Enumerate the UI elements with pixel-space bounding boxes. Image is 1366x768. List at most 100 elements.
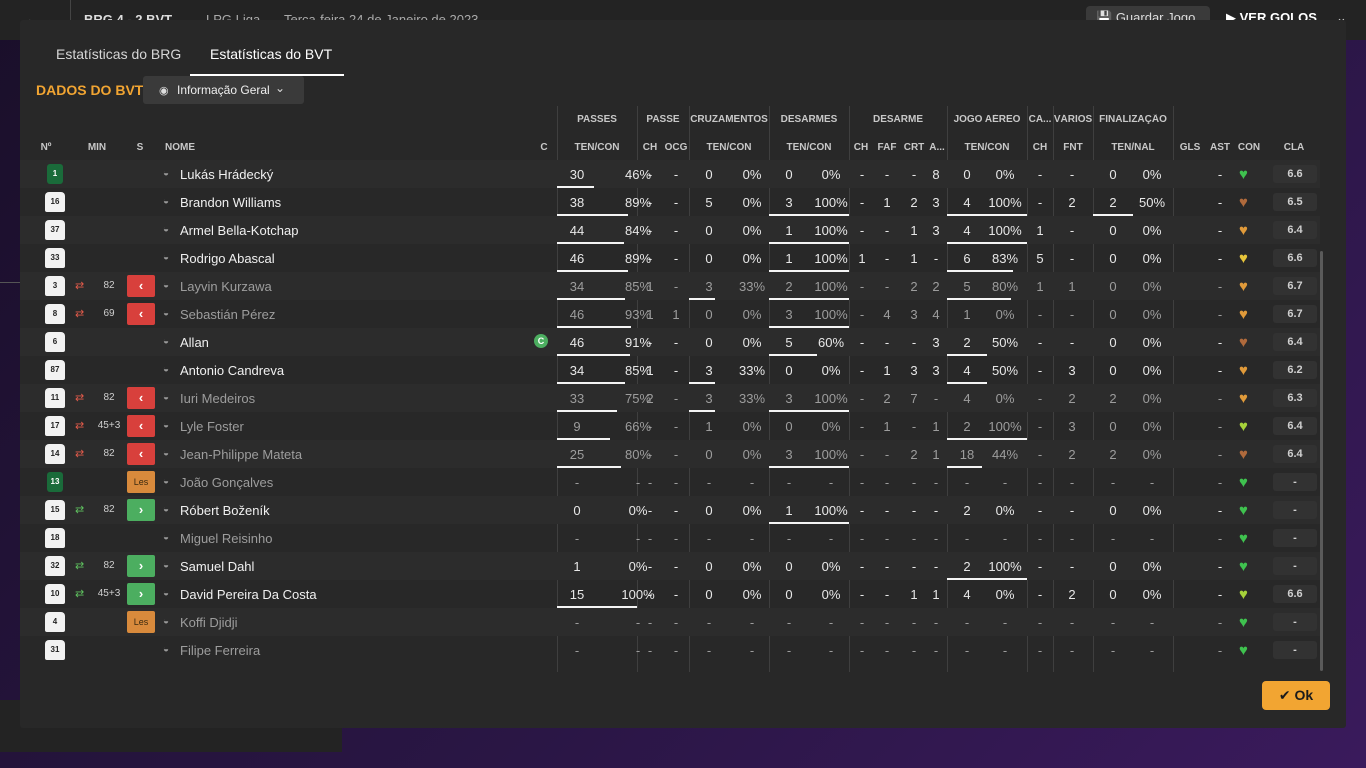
player-name[interactable]: Layvin Kurzawa bbox=[180, 279, 272, 294]
header-passes-ten-con[interactable]: TEN/CON bbox=[557, 142, 637, 153]
header-des-ch[interactable]: CH bbox=[849, 142, 873, 153]
player-profile-icon[interactable]: ◒ bbox=[163, 504, 169, 515]
header-gls[interactable]: GLS bbox=[1175, 142, 1205, 153]
player-name[interactable]: João Gonçalves bbox=[180, 475, 273, 490]
player-name[interactable]: Brandon Williams bbox=[180, 195, 281, 210]
player-name[interactable]: Lyle Foster bbox=[180, 419, 244, 434]
stat-fa: 0 bbox=[1109, 419, 1117, 434]
vertical-scrollbar[interactable] bbox=[1320, 251, 1323, 671]
status-badge: Les bbox=[127, 611, 155, 633]
stat-dA: - bbox=[933, 251, 939, 266]
status-badge[interactable]: ‹ bbox=[127, 443, 155, 465]
header-cruz-ten-con[interactable]: TEN/CON bbox=[689, 142, 769, 153]
table-row[interactable]: 31 ◒ Filipe Ferreira - - - - - - - - - - - - - - - - - - - ♥ - bbox=[20, 636, 1320, 664]
player-profile-icon[interactable]: ◒ bbox=[163, 448, 169, 459]
stat-pch: 1 bbox=[646, 279, 654, 294]
player-profile-icon[interactable]: ◒ bbox=[163, 336, 169, 347]
stat-pch: - bbox=[647, 251, 653, 266]
table-row[interactable]: 17 ⇄ 45+3 ‹ ◒ Lyle Foster 9 66% - -1 0% 0 0% -1-1 2 100… bbox=[20, 412, 1320, 440]
status-badge[interactable]: ‹ bbox=[127, 303, 155, 325]
stat-aa: 4 bbox=[963, 223, 971, 238]
table-row[interactable]: 15 ⇄ 82 › ◒ Róbert Boženík 0 0% - -0 0% 1 100% - - - -2 0… bbox=[20, 496, 1320, 524]
table-row[interactable]: 14 ⇄ 82 ‹ ◒ Jean-Philippe Mateta 25 80% - -0 0% 3 10… bbox=[20, 440, 1320, 468]
player-profile-icon[interactable]: ◒ bbox=[163, 560, 169, 571]
header-passe-ch[interactable]: CH bbox=[639, 142, 661, 153]
table-row[interactable]: 13 Les ◒ João Gonçalves - - - - - - - - - - - - - - - - - - - ♥… bbox=[20, 468, 1320, 496]
player-name[interactable]: Róbert Boženík bbox=[180, 503, 270, 518]
status-badge[interactable]: ‹ bbox=[127, 415, 155, 437]
player-profile-icon[interactable]: ◒ bbox=[163, 644, 169, 655]
table-row[interactable]: 18 ◒ Miguel Reisinho - - - - - - - - - - - - - - - - - - - ♥ - bbox=[20, 524, 1320, 552]
stat-fp: 0% bbox=[1142, 587, 1162, 602]
player-profile-icon[interactable]: ◒ bbox=[163, 392, 169, 403]
header-no[interactable]: Nº bbox=[38, 142, 54, 153]
stat-cp: 0% bbox=[742, 251, 762, 266]
header-min[interactable]: MIN bbox=[82, 142, 112, 153]
header-desarmes-ten-con[interactable]: TEN/CON bbox=[769, 142, 849, 153]
stat-fa: 2 bbox=[1109, 195, 1117, 210]
table-row[interactable]: 11 ⇄ 82 ‹ ◒ Iuri Medeiros 33 75% 2-3 33% 3 100% -2 7-… bbox=[20, 384, 1320, 412]
player-profile-icon[interactable]: ◒ bbox=[163, 280, 169, 291]
header-cla[interactable]: CLA bbox=[1276, 142, 1312, 153]
player-name[interactable]: Iuri Medeiros bbox=[180, 391, 255, 406]
player-profile-icon[interactable]: ◒ bbox=[163, 168, 169, 179]
table-row[interactable]: 10 ⇄ 45+3 › ◒ David Pereira Da Costa 15 100% - -0… bbox=[20, 580, 1320, 608]
tab-bvt-stats[interactable]: Estatísticas do BVT bbox=[190, 40, 344, 76]
ok-button[interactable]: ✔ Ok bbox=[1262, 681, 1330, 710]
status-badge[interactable]: ‹ bbox=[127, 275, 155, 297]
player-profile-icon[interactable]: ◒ bbox=[163, 364, 169, 375]
table-row[interactable]: 32 ⇄ 82 › ◒ Samuel Dahl 1 0% - -0 0% 0 0% - - - -2 100% - -… bbox=[20, 552, 1320, 580]
header-des-faf[interactable]: FAF bbox=[873, 142, 901, 153]
header-fin-ten-nal[interactable]: TEN/NAL bbox=[1093, 142, 1173, 153]
player-name[interactable]: Jean-Philippe Mateta bbox=[180, 447, 302, 462]
table-row[interactable]: 6 ◒ Allan C 46 91% - -0 0% 5 60% - - -3 2 50% - -0 0% - ♥ 6.4 bbox=[20, 328, 1320, 356]
status-badge[interactable]: › bbox=[127, 499, 155, 521]
table-row[interactable]: 1 ◒ Lukás Hrádecký 30 46% - -0 0% 0 0% - - -8 0 0% - -0 0… bbox=[20, 160, 1320, 188]
sub-minute: 82 bbox=[103, 504, 115, 515]
player-profile-icon[interactable]: ◒ bbox=[163, 252, 169, 263]
header-nome[interactable]: NOME bbox=[160, 142, 200, 153]
header-des-a[interactable]: A... bbox=[927, 142, 947, 153]
view-dropdown[interactable]: ◉ Informação Geral ⌄ bbox=[143, 76, 304, 104]
table-row[interactable]: 4 Les ◒ Koffi Djidji - - - - - - - - - - - - - - - - - - - ♥ - bbox=[20, 608, 1320, 636]
player-name[interactable]: Antonio Candreva bbox=[180, 363, 284, 378]
header-con[interactable]: CON bbox=[1235, 142, 1263, 153]
tab-brg-stats[interactable]: Estatísticas do BRG bbox=[36, 40, 184, 76]
header-s[interactable]: S bbox=[132, 142, 148, 153]
player-name[interactable]: Rodrigo Abascal bbox=[180, 251, 275, 266]
header-des-crt[interactable]: CRT bbox=[901, 142, 927, 153]
header-passe-ocg[interactable]: OCG bbox=[663, 142, 689, 153]
table-row[interactable]: 87 ◒ Antonio Candreva 34 85% 1-3 33% 0 0% -1 3 3 4 50… bbox=[20, 356, 1320, 384]
player-name[interactable]: Allan bbox=[180, 335, 209, 350]
player-profile-icon[interactable]: ◒ bbox=[163, 588, 169, 599]
player-name[interactable]: David Pereira Da Costa bbox=[180, 587, 317, 602]
player-profile-icon[interactable]: ◒ bbox=[163, 196, 169, 207]
header-ca-ch[interactable]: CH bbox=[1027, 142, 1053, 153]
player-name[interactable]: Lukás Hrádecký bbox=[180, 167, 273, 182]
player-profile-icon[interactable]: ◒ bbox=[163, 532, 169, 543]
status-badge[interactable]: › bbox=[127, 555, 155, 577]
player-profile-icon[interactable]: ◒ bbox=[163, 476, 169, 487]
player-profile-icon[interactable]: ◒ bbox=[163, 224, 169, 235]
header-ast[interactable]: AST bbox=[1207, 142, 1233, 153]
table-row[interactable]: 37 ◒ Armel Bella-Kotchap 44 84% - -0 0% 1 100% - -1… bbox=[20, 216, 1320, 244]
player-name[interactable]: Koffi Djidji bbox=[180, 615, 238, 630]
table-row[interactable]: 33 ◒ Rodrigo Abascal 46 89% - -0 0% 1 100% 1-1-6 83… bbox=[20, 244, 1320, 272]
header-fnt[interactable]: FNT bbox=[1053, 142, 1093, 153]
header-aereo-ten-con[interactable]: TEN/CON bbox=[947, 142, 1027, 153]
player-name[interactable]: Miguel Reisinho bbox=[180, 531, 273, 546]
header-c[interactable]: C bbox=[536, 142, 552, 153]
status-badge[interactable]: › bbox=[127, 583, 155, 605]
player-name[interactable]: Armel Bella-Kotchap bbox=[180, 223, 299, 238]
stat-faf: 1 bbox=[883, 419, 891, 434]
player-profile-icon[interactable]: ◒ bbox=[163, 308, 169, 319]
table-row[interactable]: 16 ◒ Brandon Williams 38 89% - -5 0% 3 100% -1 2 3 4 1… bbox=[20, 188, 1320, 216]
player-name[interactable]: Sebastián Pérez bbox=[180, 307, 275, 322]
player-name[interactable]: Samuel Dahl bbox=[180, 559, 254, 574]
player-name[interactable]: Filipe Ferreira bbox=[180, 643, 260, 658]
player-profile-icon[interactable]: ◒ bbox=[163, 616, 169, 627]
player-profile-icon[interactable]: ◒ bbox=[163, 420, 169, 431]
table-row[interactable]: 3 ⇄ 82 ‹ ◒ Layvin Kurzawa 34 85% 1-3 33% 2 100% - -2 2… bbox=[20, 272, 1320, 300]
table-row[interactable]: 8 ⇄ 69 ‹ ◒ Sebastián Pérez 46 93% 1 1 0 0% 3 100% -4 3 4… bbox=[20, 300, 1320, 328]
status-badge[interactable]: ‹ bbox=[127, 387, 155, 409]
